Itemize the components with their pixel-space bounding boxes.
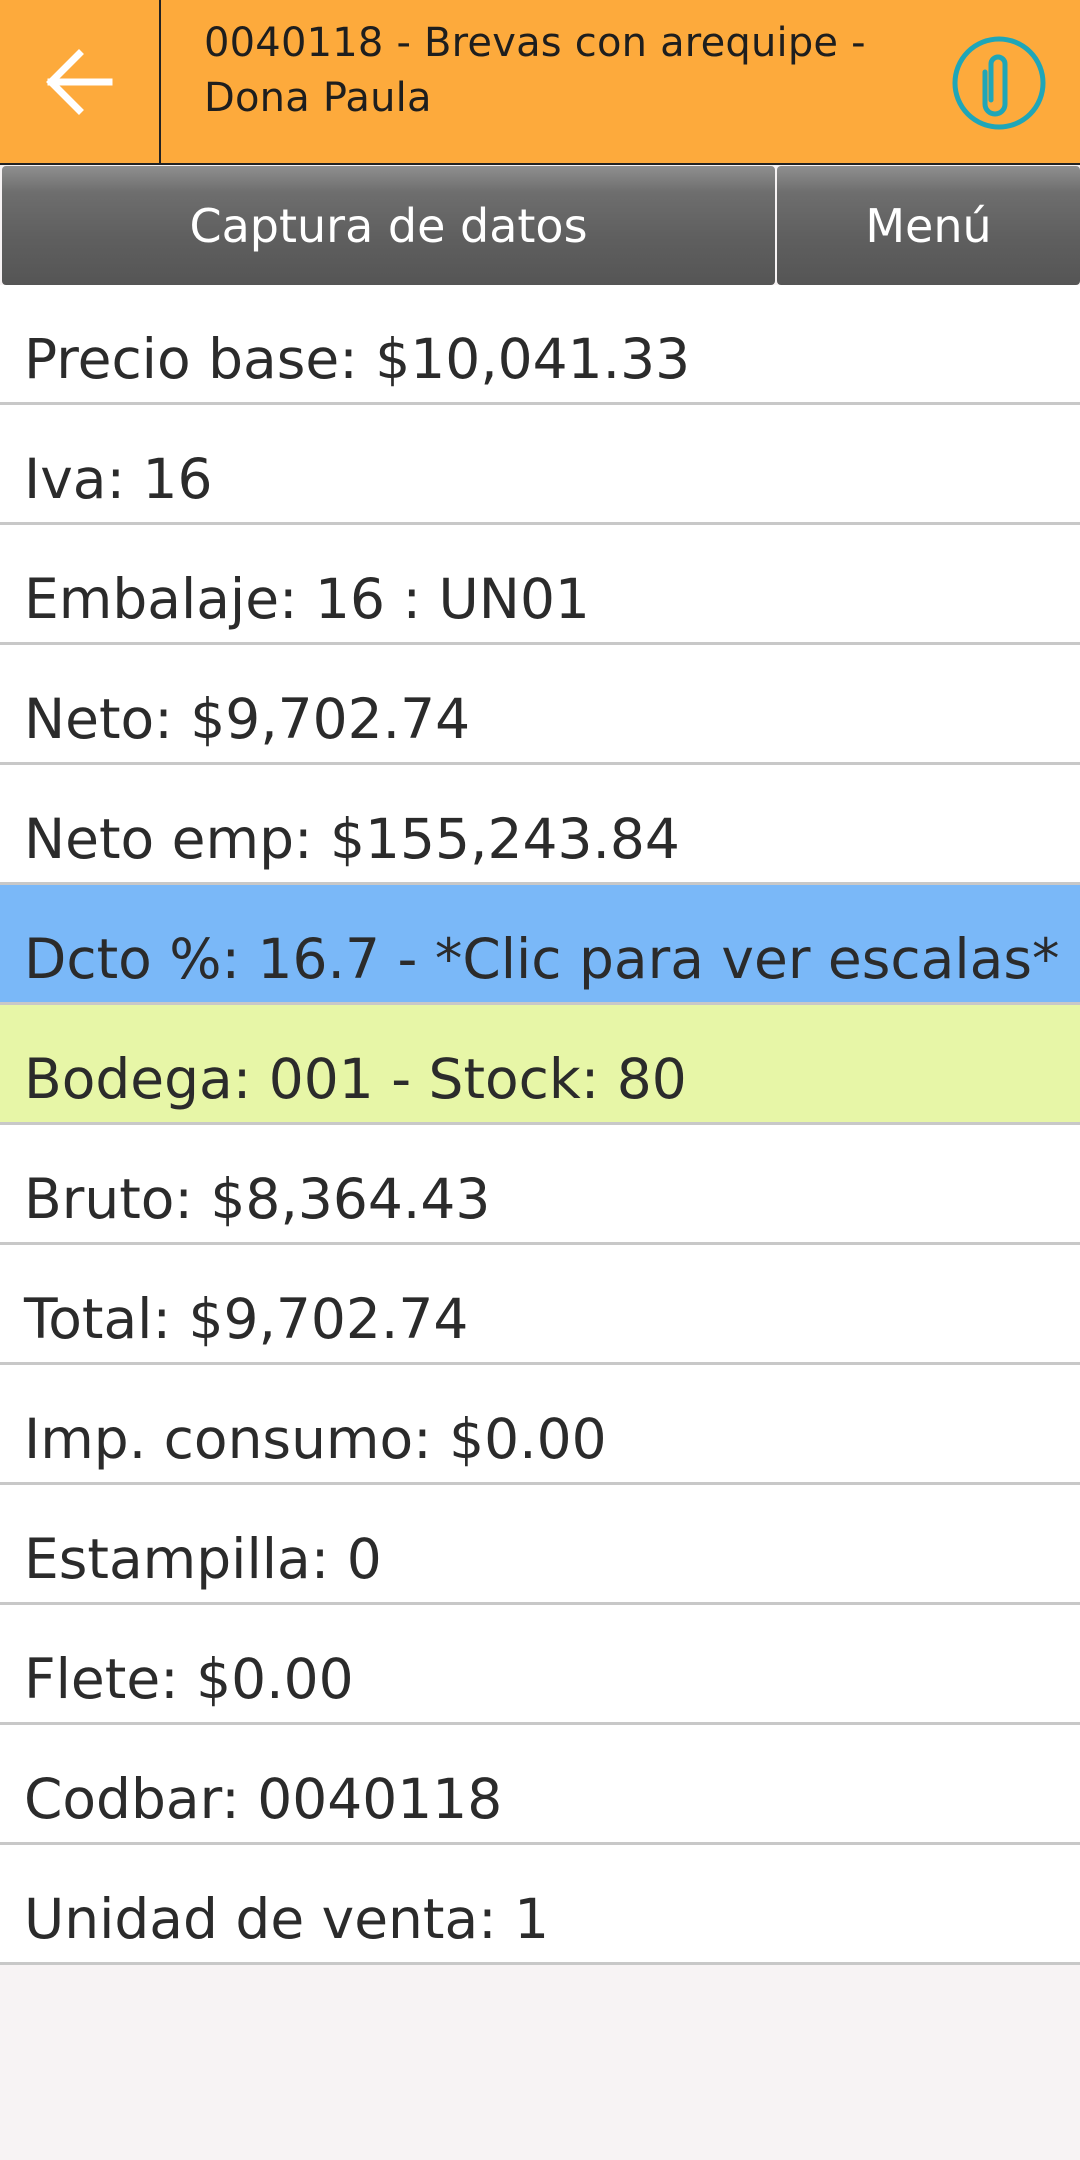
list-item-text: Codbar: 0040118 [24,1767,503,1831]
list-item-text: Estampilla: 0 [24,1527,382,1591]
list-item-bodega[interactable]: Bodega: 001 - Stock: 80 [0,1005,1080,1125]
paperclip-icon [950,34,1048,132]
page-title: 0040118 - Brevas con arequipe - Dona Pau… [204,20,866,121]
list-item-bruto[interactable]: Bruto: $8,364.43 [0,1125,1080,1245]
attach-button[interactable] [950,34,1048,132]
list-item-neto-emp[interactable]: Neto emp: $155,243.84 [0,765,1080,885]
list-item-text: Neto emp: $155,243.84 [24,807,680,871]
list-item-precio-base[interactable]: Precio base: $10,041.33 [0,285,1080,405]
list-item-estampilla[interactable]: Estampilla: 0 [0,1485,1080,1605]
list-item-flete[interactable]: Flete: $0.00 [0,1605,1080,1725]
list-item-embalaje[interactable]: Embalaje: 16 : UN01 [0,525,1080,645]
tab-captura-de-datos[interactable]: Captura de datos [2,166,775,285]
list-item-text: Flete: $0.00 [24,1647,354,1711]
list-item-total[interactable]: Total: $9,702.74 [0,1245,1080,1365]
list-item-text: Total: $9,702.74 [24,1287,469,1351]
tab-menu[interactable]: Menú [777,166,1080,285]
list-item-descuento[interactable]: Dcto %: 16.7 - *Clic para ver escalas* [0,885,1080,1005]
app-header: 0040118 - Brevas con arequipe - Dona Pau… [0,0,1080,165]
list-item-text: Neto: $9,702.74 [24,687,471,751]
list-item-codbar[interactable]: Codbar: 0040118 [0,1725,1080,1845]
list-item-unidad-de-venta[interactable]: Unidad de venta: 1 [0,1845,1080,1965]
list-item-text: Bruto: $8,364.43 [24,1167,491,1231]
list-item-neto[interactable]: Neto: $9,702.74 [0,645,1080,765]
list-item-text: Dcto %: 16.7 - *Clic para ver escalas* [24,927,1060,991]
product-details-list: Precio base: $10,041.33 Iva: 16 Embalaje… [0,285,1080,1965]
list-item-iva[interactable]: Iva: 16 [0,405,1080,525]
list-item-text: Embalaje: 16 : UN01 [24,567,590,631]
list-item-text: Unidad de venta: 1 [24,1887,550,1951]
back-button[interactable] [0,0,161,163]
back-arrow-icon [45,47,115,117]
tab-bar: Captura de datos Menú [2,166,1080,285]
list-item-text: Bodega: 001 - Stock: 80 [24,1047,687,1111]
list-item-text: Precio base: $10,041.33 [24,327,691,391]
list-item-imp-consumo[interactable]: Imp. consumo: $0.00 [0,1365,1080,1485]
list-item-text: Imp. consumo: $0.00 [24,1407,607,1471]
list-item-text: Iva: 16 [24,447,213,511]
